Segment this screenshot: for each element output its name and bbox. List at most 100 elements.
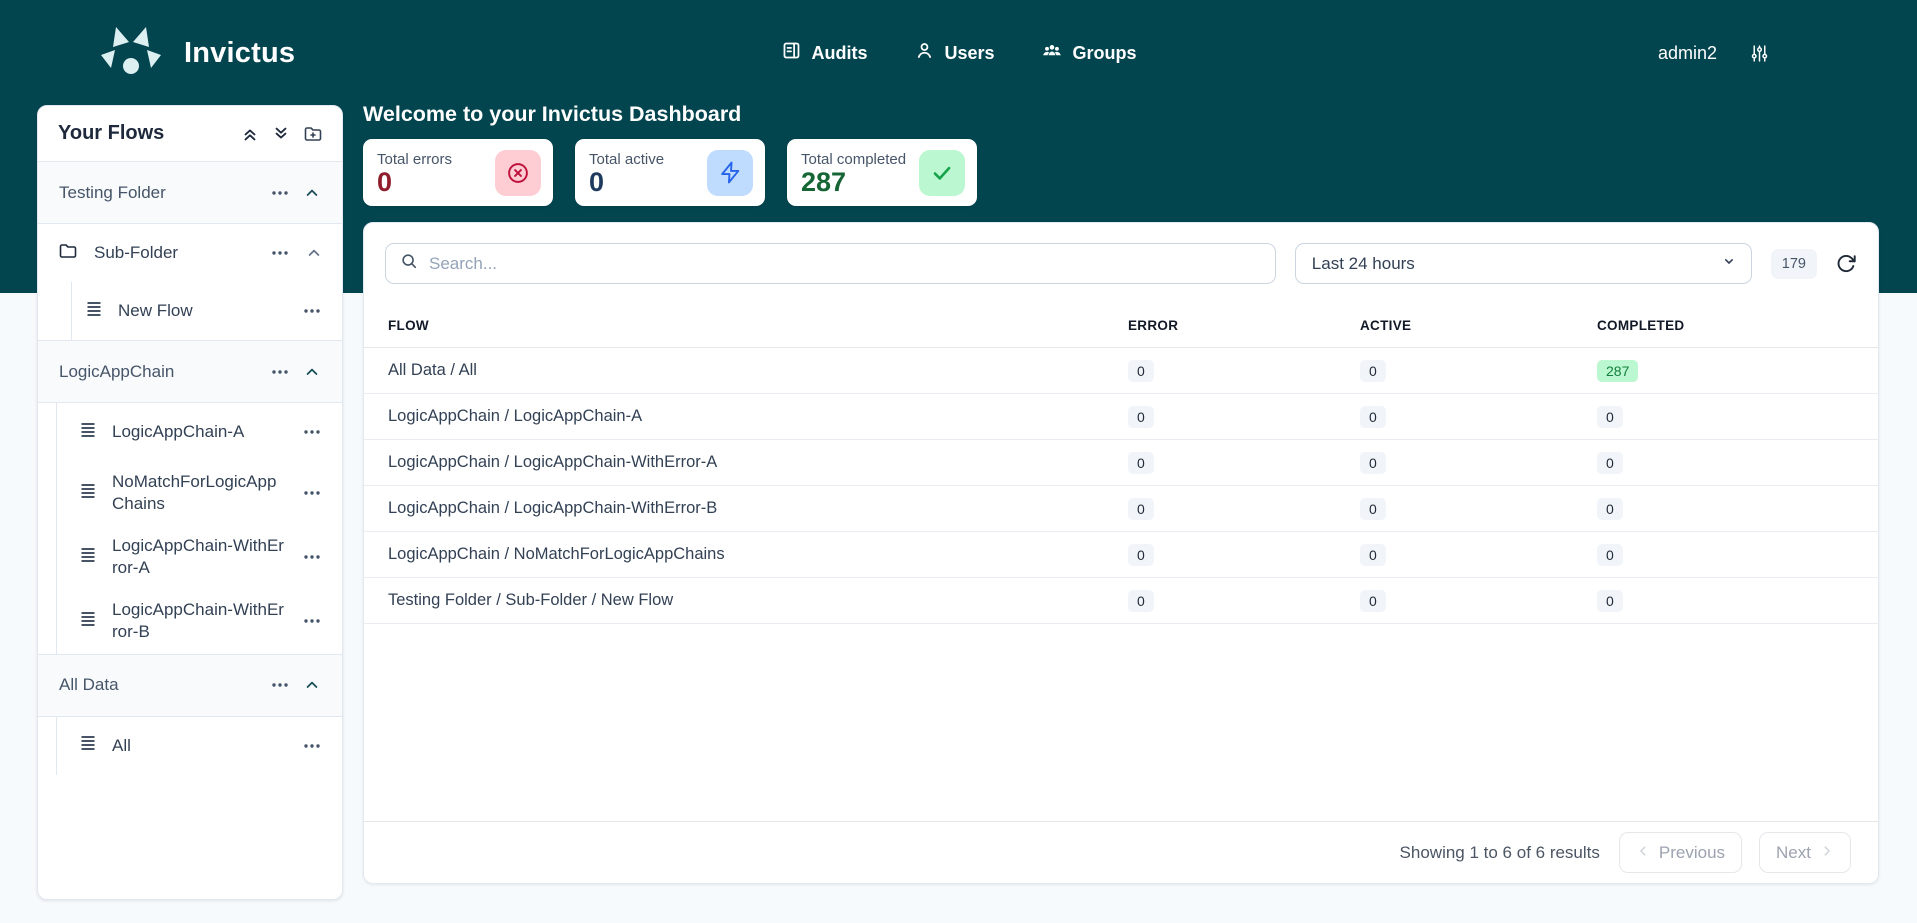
sidebar-flow-nomatchforlogicappchains[interactable]: NoMatchForLogicAppChains bbox=[57, 461, 342, 525]
flow-label: LogicAppChain-WithError-A bbox=[112, 535, 288, 579]
table-header-row: FLOW ERROR ACTIVE COMPLETED bbox=[364, 303, 1878, 348]
column-header-active: ACTIVE bbox=[1360, 318, 1597, 333]
results-summary: Showing 1 to 6 of 6 results bbox=[1400, 843, 1600, 863]
stat-card-total-errors: Total errors 0 bbox=[363, 139, 553, 206]
error-badge: 0 bbox=[1128, 406, 1154, 428]
filter-row: Last 24 hours 179 bbox=[364, 223, 1878, 303]
completed-badge: 0 bbox=[1597, 590, 1623, 612]
completed-badge: 0 bbox=[1597, 498, 1623, 520]
table-row[interactable]: LogicAppChain / LogicAppChain-WithError-… bbox=[364, 440, 1878, 486]
search-icon bbox=[400, 252, 418, 275]
time-range-value: Last 24 hours bbox=[1312, 254, 1721, 274]
flow-name-cell: LogicAppChain / LogicAppChain-A bbox=[388, 407, 1128, 426]
chevron-up-icon[interactable] bbox=[304, 185, 320, 201]
nav-item-groups[interactable]: Groups bbox=[1041, 40, 1137, 67]
lightning-icon bbox=[707, 150, 753, 196]
error-cell: 0 bbox=[1128, 406, 1360, 428]
refresh-icon[interactable] bbox=[1835, 253, 1857, 275]
completed-cell: 287 bbox=[1597, 360, 1854, 382]
flow-label: New Flow bbox=[118, 300, 288, 322]
sidebar-flow-logicappchain-a[interactable]: LogicAppChain-A bbox=[57, 403, 342, 461]
check-icon bbox=[919, 150, 965, 196]
flows-table-card: Last 24 hours 179 FLOW ERROR ACTIVE COMP… bbox=[363, 222, 1879, 884]
table-row[interactable]: LogicAppChain / LogicAppChain-A 0 0 0 bbox=[364, 394, 1878, 440]
chevron-up-icon[interactable] bbox=[304, 364, 320, 380]
collapse-all-icon[interactable] bbox=[241, 125, 259, 143]
flow-menu-icon[interactable] bbox=[302, 611, 322, 631]
sidebar-folder-sub-folder[interactable]: Sub-Folder bbox=[38, 224, 342, 282]
next-button[interactable]: Next bbox=[1759, 832, 1851, 873]
active-cell: 0 bbox=[1360, 406, 1597, 428]
flow-name-cell: LogicAppChain / LogicAppChain-WithError-… bbox=[388, 453, 1128, 472]
table-row[interactable]: LogicAppChain / NoMatchForLogicAppChains… bbox=[364, 532, 1878, 578]
sidebar-flow-logicappchain-witherror-b[interactable]: LogicAppChain-WithError-B bbox=[57, 589, 342, 653]
active-badge: 0 bbox=[1360, 452, 1386, 474]
folder-menu-icon[interactable] bbox=[270, 243, 290, 263]
next-label: Next bbox=[1776, 843, 1811, 863]
username[interactable]: admin2 bbox=[1658, 43, 1717, 64]
error-badge: 0 bbox=[1128, 498, 1154, 520]
active-badge: 0 bbox=[1360, 498, 1386, 520]
table-row[interactable]: All Data / All 0 0 287 bbox=[364, 348, 1878, 394]
sidebar-flow-all[interactable]: All bbox=[57, 717, 342, 775]
sidebar-section-logicappchain[interactable]: LogicAppChain bbox=[38, 340, 342, 403]
flow-list: New Flow bbox=[71, 282, 342, 340]
flow-icon bbox=[84, 299, 104, 324]
chevron-up-icon[interactable] bbox=[306, 245, 322, 261]
flow-name-cell: LogicAppChain / LogicAppChain-WithError-… bbox=[388, 499, 1128, 518]
section-menu-icon[interactable] bbox=[270, 362, 290, 382]
completed-cell: 0 bbox=[1597, 544, 1854, 566]
sliders-icon[interactable] bbox=[1749, 43, 1770, 64]
flow-icon bbox=[78, 420, 98, 445]
active-badge: 0 bbox=[1360, 590, 1386, 612]
error-badge: 0 bbox=[1128, 360, 1154, 382]
folder-icon bbox=[58, 241, 78, 266]
section-menu-icon[interactable] bbox=[270, 183, 290, 203]
pagination-footer: Showing 1 to 6 of 6 results Previous Nex… bbox=[364, 821, 1878, 883]
sidebar-title-row: Your Flows bbox=[38, 106, 342, 161]
table-row[interactable]: LogicAppChain / LogicAppChain-WithError-… bbox=[364, 486, 1878, 532]
completed-cell: 0 bbox=[1597, 406, 1854, 428]
flow-icon bbox=[78, 481, 98, 506]
flow-name-cell: Testing Folder / Sub-Folder / New Flow bbox=[388, 591, 1128, 610]
invictus-logo-icon bbox=[98, 26, 164, 81]
search-input[interactable] bbox=[429, 254, 1261, 274]
flow-menu-icon[interactable] bbox=[302, 483, 322, 503]
nav-item-audits[interactable]: Audits bbox=[780, 40, 867, 66]
completed-badge: 0 bbox=[1597, 544, 1623, 566]
main-nav: Audits Users Gro bbox=[780, 0, 1136, 106]
audit-log-icon bbox=[780, 40, 801, 66]
error-circle-icon bbox=[495, 150, 541, 196]
flow-label: LogicAppChain-WithError-B bbox=[112, 599, 288, 643]
chevron-left-icon bbox=[1636, 843, 1650, 863]
flow-menu-icon[interactable] bbox=[302, 736, 322, 756]
flow-label: LogicAppChain-A bbox=[112, 421, 288, 443]
section-label: Testing Folder bbox=[59, 183, 256, 203]
active-cell: 0 bbox=[1360, 360, 1597, 382]
stat-card-total-active: Total active 0 bbox=[575, 139, 765, 206]
nav-item-users[interactable]: Users bbox=[913, 40, 994, 66]
flow-menu-icon[interactable] bbox=[302, 301, 322, 321]
flow-icon bbox=[78, 609, 98, 634]
previous-label: Previous bbox=[1659, 843, 1725, 863]
flow-list: LogicAppChain-A NoMatchForLogicAppChains… bbox=[56, 403, 342, 654]
sidebar-section-all-data[interactable]: All Data bbox=[38, 654, 342, 717]
sidebar-section-testing-folder[interactable]: Testing Folder bbox=[38, 161, 342, 224]
search-box bbox=[385, 243, 1276, 284]
time-range-select[interactable]: Last 24 hours bbox=[1295, 243, 1752, 284]
error-cell: 0 bbox=[1128, 452, 1360, 474]
table-row[interactable]: Testing Folder / Sub-Folder / New Flow 0… bbox=[364, 578, 1878, 624]
folder-label: Sub-Folder bbox=[94, 242, 254, 264]
add-folder-icon[interactable] bbox=[303, 124, 323, 144]
expand-all-icon[interactable] bbox=[272, 125, 290, 143]
flow-menu-icon[interactable] bbox=[302, 422, 322, 442]
flow-menu-icon[interactable] bbox=[302, 547, 322, 567]
section-menu-icon[interactable] bbox=[270, 675, 290, 695]
error-cell: 0 bbox=[1128, 590, 1360, 612]
stats-row: Total errors 0 Total active 0 Total comp… bbox=[363, 139, 977, 206]
chevron-up-icon[interactable] bbox=[304, 677, 320, 693]
sidebar-flow-new-flow[interactable]: New Flow bbox=[72, 282, 342, 340]
sidebar-flow-logicappchain-witherror-a[interactable]: LogicAppChain-WithError-A bbox=[57, 525, 342, 589]
brand[interactable]: Invictus bbox=[98, 0, 295, 106]
previous-button[interactable]: Previous bbox=[1619, 832, 1742, 873]
